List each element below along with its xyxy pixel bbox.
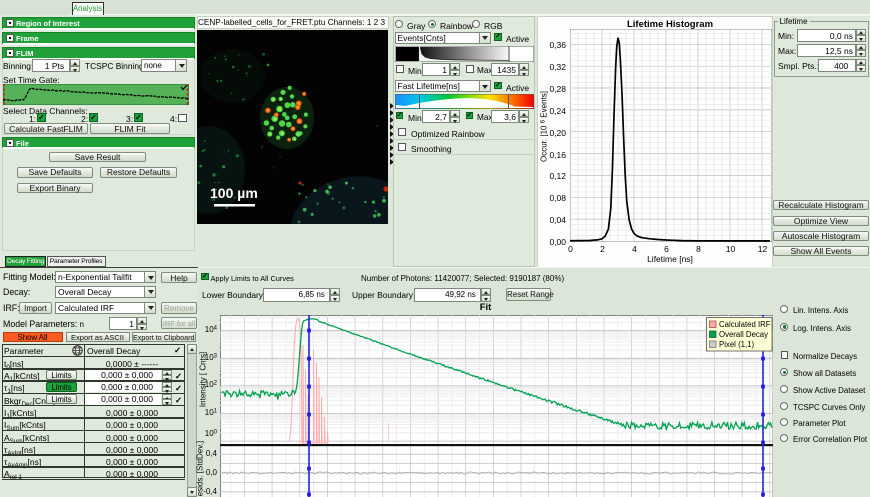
svg-text:Overall Decay: Overall Decay xyxy=(719,330,768,339)
svg-text:100 µm: 100 µm xyxy=(210,185,258,201)
svg-text:Pixel (1,1): Pixel (1,1) xyxy=(719,340,755,349)
svg-text:Calculated IRF: Calculated IRF xyxy=(719,320,771,329)
